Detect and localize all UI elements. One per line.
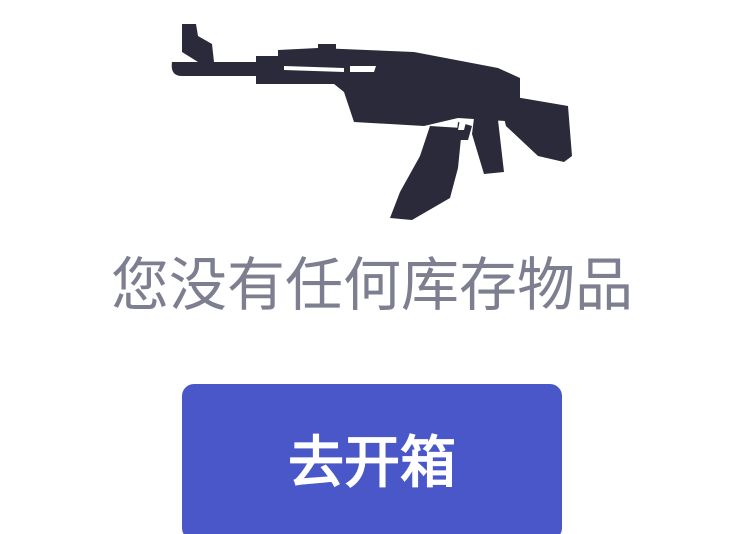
empty-inventory-message: 您没有任何库存物品 xyxy=(110,251,633,319)
empty-inventory-state: 您没有任何库存物品 去开箱 xyxy=(0,0,744,534)
rifle-icon xyxy=(168,22,576,222)
open-case-button[interactable]: 去开箱 xyxy=(182,384,562,534)
open-case-button-label: 去开箱 xyxy=(288,431,456,496)
